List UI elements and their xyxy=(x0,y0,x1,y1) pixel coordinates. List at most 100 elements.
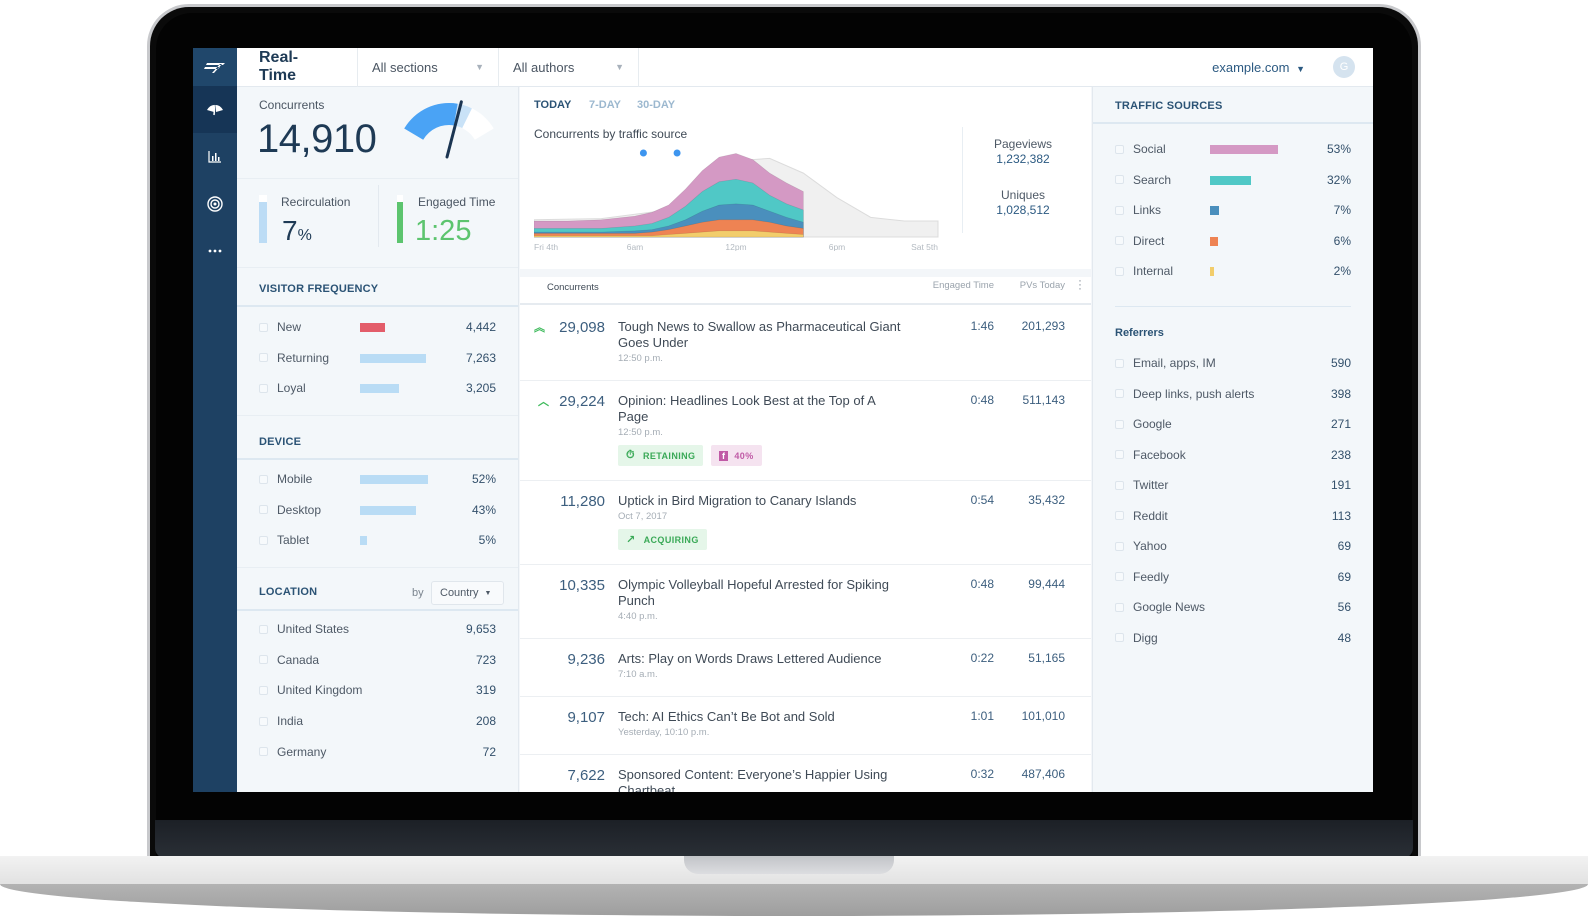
checkbox[interactable] xyxy=(1115,266,1124,276)
device-item[interactable]: Tablet 5% xyxy=(259,530,496,550)
story-row[interactable]: 10,335 Olympic Volleyball Hopeful Arreste… xyxy=(520,565,1091,639)
dashboard-gauge-icon[interactable] xyxy=(193,86,237,133)
story-row[interactable]: 11,280 Uptick in Bird Migration to Canary… xyxy=(520,481,1091,565)
location-group-value: Country xyxy=(440,587,479,599)
checkbox[interactable] xyxy=(259,747,268,757)
visitor-frequency-item[interactable]: Loyal 3,205 xyxy=(259,378,496,398)
checkbox[interactable] xyxy=(1115,175,1124,184)
story-engaged-time: 0:48 xyxy=(970,393,994,407)
referrer-item[interactable]: Feedly 69 xyxy=(1115,567,1351,587)
col-pvs-today[interactable]: PVs Today xyxy=(1020,280,1065,291)
checkbox[interactable] xyxy=(259,624,268,634)
story-headline[interactable]: Tech: AI Ethics Can’t Be Bot and Sold xyxy=(618,709,918,725)
checkbox[interactable] xyxy=(1115,541,1124,551)
story-pvs-today: 201,293 xyxy=(1021,319,1065,333)
referrer-item[interactable]: Google News 56 xyxy=(1115,597,1351,617)
traffic-source-item-label: Links xyxy=(1133,203,1162,217)
referrer-item-label: Google News xyxy=(1133,600,1206,614)
story-headline[interactable]: Olympic Volleyball Hopeful Arrested for … xyxy=(618,577,918,609)
recirculation-number: 7 xyxy=(282,215,298,246)
checkbox[interactable] xyxy=(1115,511,1124,520)
checkbox[interactable] xyxy=(1115,602,1124,612)
checkbox[interactable] xyxy=(259,535,268,545)
checkbox[interactable] xyxy=(1115,572,1124,581)
traffic-sources-title: TRAFFIC SOURCES xyxy=(1115,100,1223,112)
checkbox[interactable] xyxy=(1115,389,1124,398)
location-item[interactable]: United Kingdom 319 xyxy=(259,680,496,700)
checkbox[interactable] xyxy=(259,505,268,514)
location-item[interactable]: India 208 xyxy=(259,711,496,731)
traffic-source-item-bar xyxy=(1210,206,1219,215)
location-item[interactable]: Germany 72 xyxy=(259,742,496,762)
kebab-menu-icon[interactable]: · · · xyxy=(1078,274,1082,294)
story-row[interactable]: 9,107 Tech: AI Ethics Can’t Be Bot and So… xyxy=(520,697,1091,755)
referrer-item[interactable]: Email, apps, IM 590 xyxy=(1115,353,1351,373)
traffic-source-item-label: Internal xyxy=(1133,264,1174,278)
traffic-source-item-value: 32% xyxy=(1326,172,1351,187)
traffic-source-item[interactable]: Social 53% xyxy=(1115,139,1351,159)
checkbox[interactable] xyxy=(259,685,268,695)
story-row[interactable]: 9,236 Arts: Play on Words Draws Lettered … xyxy=(520,639,1091,697)
story-concurrents: 29,224 xyxy=(559,393,605,410)
traffic-source-item[interactable]: Internal 2% xyxy=(1115,261,1351,281)
checkbox[interactable] xyxy=(259,716,268,726)
location-item[interactable]: Canada 723 xyxy=(259,650,496,670)
checkbox[interactable] xyxy=(259,383,268,393)
checkbox[interactable] xyxy=(1115,419,1124,429)
story-headline[interactable]: Opinion: Headlines Look Best at the Top … xyxy=(618,393,918,425)
referrer-item[interactable]: Facebook 238 xyxy=(1115,445,1351,465)
checkbox[interactable] xyxy=(1115,236,1124,245)
story-row[interactable]: 7,622 Sponsored Content: Everyone’s Happi… xyxy=(520,755,1091,792)
story-time: Yesterday, 10:10 p.m. xyxy=(618,727,710,738)
tab-today[interactable]: TODAY xyxy=(534,99,571,111)
more-icon[interactable] xyxy=(193,227,237,274)
col-engaged-time[interactable]: Engaged Time xyxy=(933,280,994,291)
story-engaged-time: 0:48 xyxy=(970,577,994,591)
tab-7-day[interactable]: 7-DAY xyxy=(589,99,621,111)
referrer-item[interactable]: Google 271 xyxy=(1115,414,1351,434)
avatar[interactable]: G xyxy=(1333,56,1355,78)
badge-label: RETAINING xyxy=(642,450,696,461)
checkbox[interactable] xyxy=(1115,358,1124,368)
story-row[interactable]: ︿ 29,224 Opinion: Headlines Look Best at t… xyxy=(520,381,1091,481)
chart-marker xyxy=(673,149,681,157)
checkbox[interactable] xyxy=(259,353,268,362)
checkbox[interactable] xyxy=(1115,450,1124,459)
location-item[interactable]: United States 9,653 xyxy=(259,619,496,639)
checkbox[interactable] xyxy=(1115,205,1124,215)
story-badge-acquiring: ↗ ACQUIRING xyxy=(618,529,707,550)
tab-30-day[interactable]: 30-DAY xyxy=(637,99,675,111)
location-group-select[interactable]: Country ▼ xyxy=(431,581,504,605)
sections-dropdown[interactable]: All sections ▼ xyxy=(357,48,498,87)
checkbox[interactable] xyxy=(1115,144,1124,154)
device-item[interactable]: Desktop 43% xyxy=(259,500,496,520)
story-headline[interactable]: Uptick in Bird Migration to Canary Islan… xyxy=(618,493,918,509)
device-item[interactable]: Mobile 52% xyxy=(259,469,496,489)
location-item-value: 208 xyxy=(475,714,496,729)
referrer-item[interactable]: Twitter 191 xyxy=(1115,475,1351,495)
checkbox[interactable] xyxy=(259,655,268,665)
traffic-source-item[interactable]: Links 7% xyxy=(1115,200,1351,220)
checkbox[interactable] xyxy=(1115,633,1124,642)
col-concurrents[interactable]: Concurrents xyxy=(547,282,599,293)
referrer-item[interactable]: Yahoo 69 xyxy=(1115,536,1351,556)
checkbox[interactable] xyxy=(259,322,268,332)
story-headline[interactable]: Arts: Play on Words Draws Lettered Audie… xyxy=(618,651,918,667)
chartbeat-logo-icon[interactable] xyxy=(193,48,237,86)
referrer-item[interactable]: Digg 48 xyxy=(1115,628,1351,648)
story-headline[interactable]: Sponsored Content: Everyone’s Happier Us… xyxy=(618,767,918,792)
site-selector[interactable]: example.com ▼ xyxy=(1212,60,1305,75)
visitor-frequency-item[interactable]: Returning 7,263 xyxy=(259,348,496,368)
authors-dropdown[interactable]: All authors ▼ xyxy=(498,48,639,87)
referrer-item[interactable]: Deep links, push alerts 398 xyxy=(1115,384,1351,404)
referrer-item[interactable]: Reddit 113 xyxy=(1115,506,1351,526)
story-row[interactable]: ︽ 29,098 Tough News to Swallow as Pharmace… xyxy=(520,307,1091,381)
traffic-source-item[interactable]: Direct 6% xyxy=(1115,231,1351,251)
story-headline[interactable]: Tough News to Swallow as Pharmaceutical … xyxy=(618,319,918,351)
visitor-frequency-item[interactable]: New 4,442 xyxy=(259,317,496,337)
bar-chart-icon[interactable] xyxy=(193,133,237,180)
target-icon[interactable] xyxy=(193,180,237,227)
traffic-source-item[interactable]: Search 32% xyxy=(1115,170,1351,190)
checkbox[interactable] xyxy=(1115,480,1124,490)
checkbox[interactable] xyxy=(259,474,268,484)
